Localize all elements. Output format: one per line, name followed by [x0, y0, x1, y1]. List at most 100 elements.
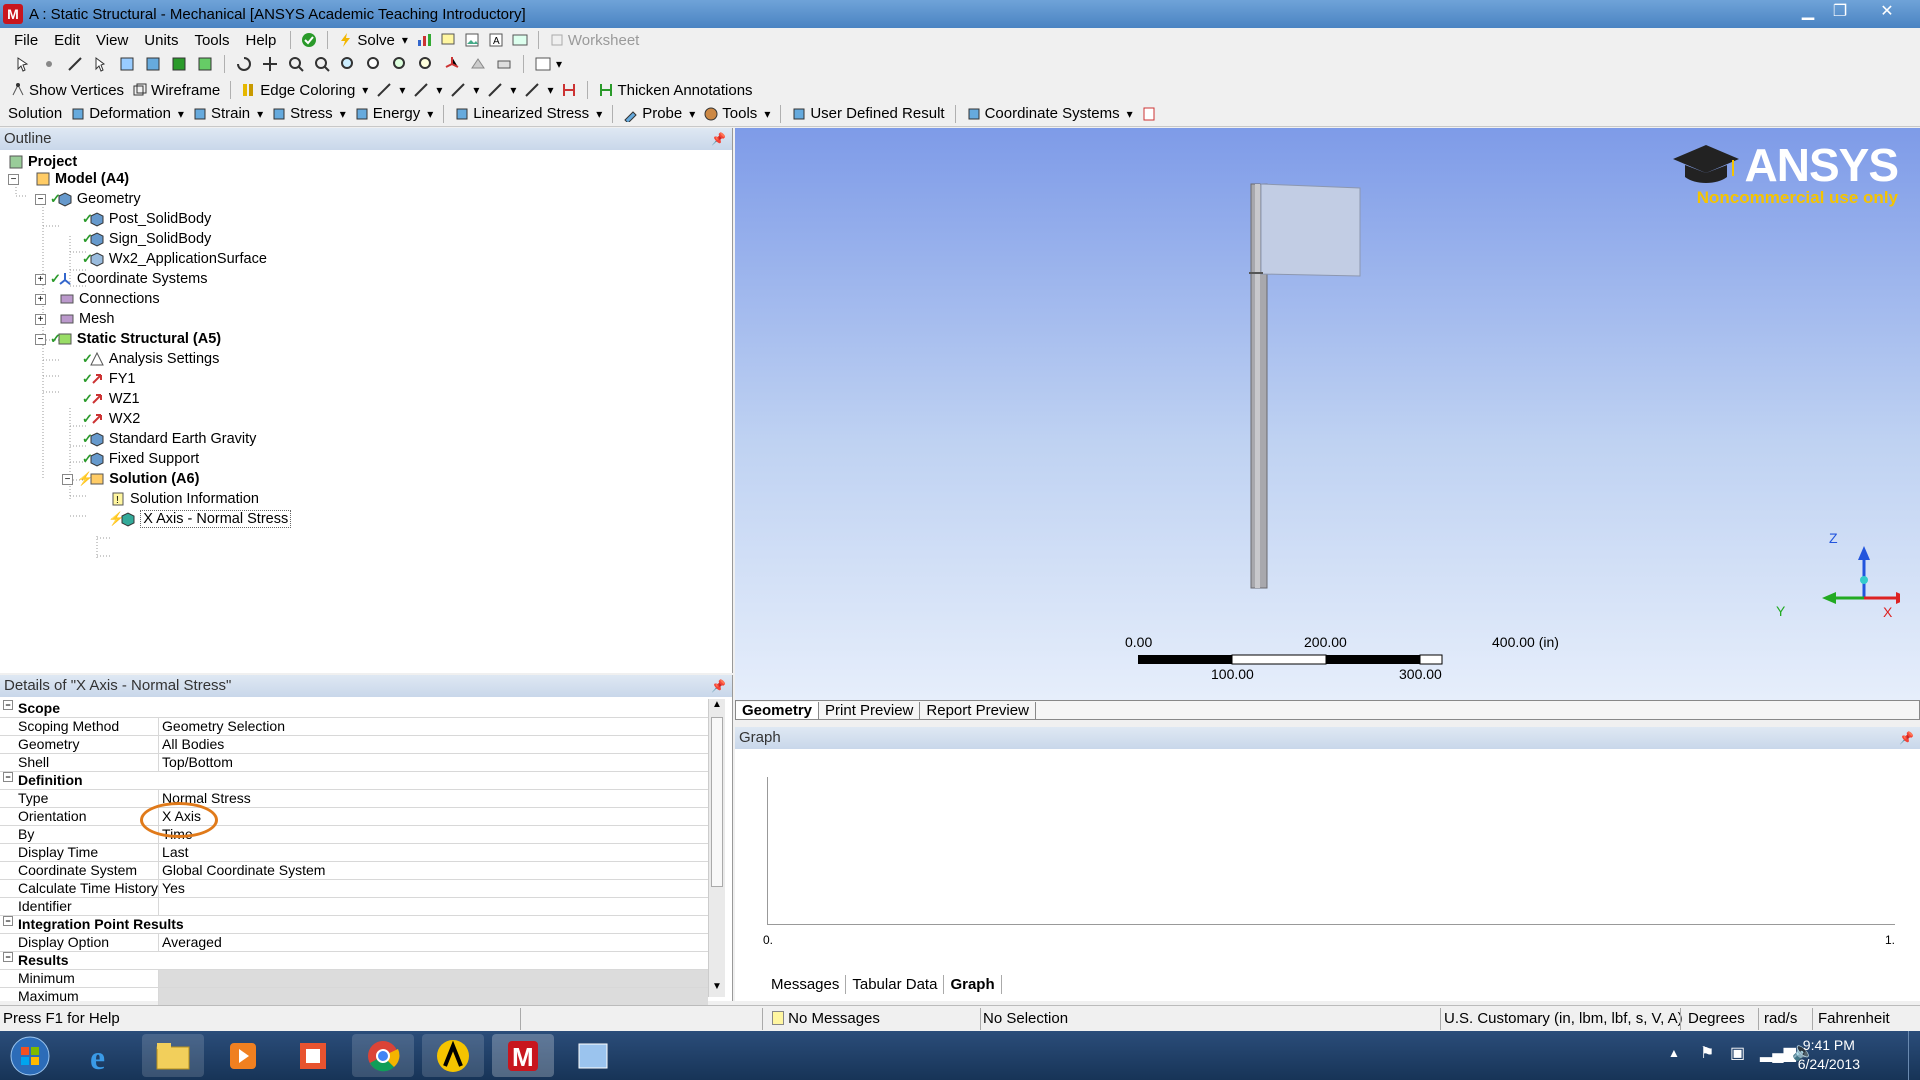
tree-item-connections[interactable]: + Connections: [35, 289, 160, 309]
details-value[interactable]: [158, 897, 708, 916]
tab-tabular-data[interactable]: Tabular Data: [846, 975, 945, 994]
pin-icon[interactable]: 📌: [1899, 727, 1914, 749]
details-value[interactable]: Normal Stress: [158, 789, 708, 808]
check-mesh-button[interactable]: [297, 32, 321, 48]
taskbar-design-modeler[interactable]: [562, 1034, 624, 1077]
magnifier-icon[interactable]: [366, 56, 382, 72]
taskbar-file-explorer[interactable]: [142, 1034, 204, 1077]
group-row-results[interactable]: − Results: [0, 951, 708, 970]
menu-view[interactable]: View: [88, 32, 136, 49]
action-center-icon[interactable]: ⚑: [1700, 1043, 1714, 1063]
device-icon[interactable]: ▣: [1730, 1043, 1745, 1063]
pointer-dropdown-icon[interactable]: [93, 56, 109, 72]
linearized-stress-dropdown[interactable]: Linearized Stress: [450, 105, 606, 122]
tree-item-post-solidbody[interactable]: ✓ Post_SolidBody: [82, 209, 211, 229]
deformation-dropdown[interactable]: Deformation: [66, 105, 188, 122]
details-row-minimum[interactable]: Minimum: [0, 969, 708, 988]
viewport-layout-dropdown-icon[interactable]: ▾: [556, 57, 562, 71]
collapse-icon[interactable]: −: [3, 952, 13, 962]
scroll-down-icon[interactable]: ▼: [709, 981, 725, 997]
probe-dropdown[interactable]: Probe: [619, 105, 699, 122]
group-row-integration-point-results[interactable]: − Integration Point Results: [0, 915, 708, 934]
edge-thickness-button[interactable]: [557, 82, 581, 98]
status-temperature-units[interactable]: Fahrenheit: [1818, 1010, 1890, 1027]
commands-button[interactable]: [1137, 106, 1161, 122]
show-hidden-icons-icon[interactable]: ▲: [1668, 1046, 1680, 1060]
tab-graph[interactable]: Graph: [944, 975, 1002, 994]
expand-icon[interactable]: +: [35, 273, 46, 285]
details-value[interactable]: All Bodies: [158, 735, 708, 754]
zoom-to-fit-icon[interactable]: [340, 56, 356, 72]
solve-button[interactable]: Solve: [334, 32, 412, 49]
menu-help[interactable]: Help: [238, 32, 285, 49]
tree-item-analysis-settings[interactable]: ✓ Analysis Settings: [82, 349, 219, 369]
collapse-icon[interactable]: −: [8, 173, 19, 185]
set-view-icon[interactable]: [470, 56, 486, 72]
tree-item-mesh[interactable]: + Mesh: [35, 309, 114, 329]
scrollbar-thumb[interactable]: [711, 717, 723, 887]
mechanical-app-icon[interactable]: M: [3, 4, 23, 24]
start-button[interactable]: [2, 1034, 58, 1077]
wireframe-button[interactable]: Wireframe: [128, 82, 224, 99]
taskbar-office[interactable]: [282, 1034, 344, 1077]
taskbar-mechanical[interactable]: M: [492, 1034, 554, 1077]
menu-units[interactable]: Units: [136, 32, 186, 49]
scroll-up-icon[interactable]: ▲: [709, 699, 725, 715]
details-row-identifier[interactable]: Identifier: [0, 897, 708, 916]
details-row-display-time[interactable]: Display Time Last: [0, 843, 708, 862]
stress-dropdown[interactable]: Stress: [267, 105, 350, 122]
select-mode-icon[interactable]: [15, 56, 31, 72]
edge-style-dropdown-1[interactable]: [372, 82, 409, 98]
details-row-orientation[interactable]: Orientation X Axis: [0, 807, 708, 826]
network-icon[interactable]: ▂▄▆: [1760, 1043, 1796, 1063]
group-row-scope[interactable]: − Scope: [0, 699, 708, 718]
collapse-icon[interactable]: −: [35, 193, 46, 205]
details-row-type[interactable]: Type Normal Stress: [0, 789, 708, 808]
taskbar-media-player[interactable]: [212, 1034, 274, 1077]
edge-style-dropdown-3[interactable]: [446, 82, 483, 98]
details-row-shell[interactable]: Shell Top/Bottom: [0, 753, 708, 772]
pan-icon[interactable]: [262, 56, 278, 72]
details-row-display-option[interactable]: Display Option Averaged: [0, 933, 708, 952]
edge-style-dropdown-2[interactable]: [409, 82, 446, 98]
menu-tools[interactable]: Tools: [186, 32, 237, 49]
restore-icon[interactable]: ❐: [1825, 2, 1855, 22]
previous-view-icon[interactable]: [392, 56, 408, 72]
details-row-coordinate-system[interactable]: Coordinate System Global Coordinate Syste…: [0, 861, 708, 880]
details-value[interactable]: Yes: [158, 879, 708, 898]
extend-selection-icon[interactable]: [197, 56, 213, 72]
details-row-scoping-method[interactable]: Scoping Method Geometry Selection: [0, 717, 708, 736]
graphics-viewport[interactable]: ANSYS Noncommercial use only Z Y X 0.00 …: [735, 128, 1920, 700]
pin-icon[interactable]: 📌: [711, 675, 726, 697]
zoom-icon[interactable]: [288, 56, 304, 72]
tree-item-static-structural[interactable]: − ✓ Static Structural (A5): [35, 329, 221, 349]
print-icon[interactable]: [496, 56, 512, 72]
taskbar-ansys-workbench[interactable]: [422, 1034, 484, 1077]
details-value[interactable]: Global Coordinate System: [158, 861, 708, 880]
viewport-layout-icon[interactable]: [535, 56, 551, 72]
taskbar-chrome[interactable]: [352, 1034, 414, 1077]
menu-edit[interactable]: Edit: [46, 32, 88, 49]
isometric-view-icon[interactable]: [444, 56, 460, 72]
next-view-icon[interactable]: [418, 56, 434, 72]
tree-item-wx2[interactable]: ✓ WX2: [82, 409, 140, 429]
tree-item-coordinate-systems[interactable]: + ✓ Coordinate Systems: [35, 269, 207, 289]
tree-item-solution[interactable]: − ⚡ Solution (A6): [62, 469, 199, 489]
tree-item-wz1[interactable]: ✓ WZ1: [82, 389, 140, 409]
edge-style-dropdown-4[interactable]: [483, 82, 520, 98]
collapse-icon[interactable]: −: [3, 916, 13, 926]
coordinate-systems-dropdown[interactable]: Coordinate Systems: [962, 105, 1137, 122]
details-row-by[interactable]: By Time: [0, 825, 708, 844]
box-zoom-icon[interactable]: [314, 56, 330, 72]
tree-item-wx2-surface[interactable]: ✓ Wx2_ApplicationSurface: [82, 249, 267, 269]
show-desktop-button[interactable]: [1908, 1031, 1920, 1080]
tab-print-preview[interactable]: Print Preview: [819, 701, 921, 719]
close-icon[interactable]: ✕: [1872, 2, 1902, 22]
menu-file[interactable]: File: [6, 32, 46, 49]
show-vertices-button[interactable]: Show Vertices: [6, 82, 128, 99]
group-row-definition[interactable]: − Definition: [0, 771, 708, 790]
expand-icon[interactable]: +: [35, 313, 46, 325]
expand-icon[interactable]: +: [35, 293, 46, 305]
strain-dropdown[interactable]: Strain: [188, 105, 267, 122]
taskbar-clock[interactable]: 9:41 PM 6/24/2013: [1798, 1036, 1860, 1074]
